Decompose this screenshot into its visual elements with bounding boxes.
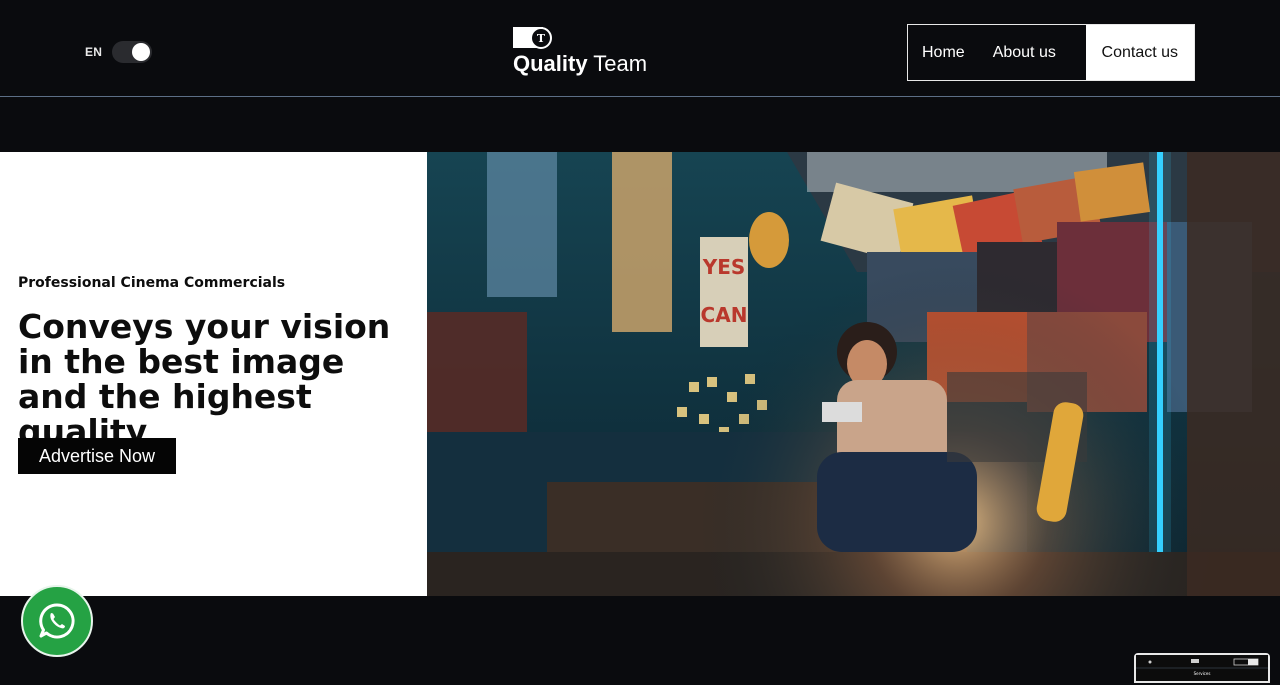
logo-text-light: Team <box>593 51 648 76</box>
site-logo[interactable]: T Quality Team <box>513 26 653 80</box>
nav-contact-us[interactable]: Contact us <box>1085 25 1194 80</box>
whatsapp-button[interactable] <box>21 585 93 657</box>
hero-illustration: YES CAN <box>427 152 1280 596</box>
nav-about-us[interactable]: About us <box>979 25 1070 80</box>
logo-mark-icon: T <box>513 27 552 49</box>
language-label: EN <box>85 45 103 59</box>
logo-text: Quality Team <box>513 51 647 77</box>
hero-text-panel: Professional Cinema Commercials Conveys … <box>0 152 427 596</box>
main-nav: Home About us Contact us <box>907 24 1195 81</box>
language-switcher[interactable]: EN <box>85 41 153 63</box>
thumbnail-preview: Services <box>1136 655 1268 681</box>
nav-home[interactable]: Home <box>908 25 979 80</box>
logo-text-bold: Quality <box>513 51 588 76</box>
toggle-knob <box>132 43 151 61</box>
svg-text:T: T <box>537 32 546 45</box>
language-toggle[interactable] <box>112 41 153 63</box>
thumbnail-label: Services <box>1194 671 1211 676</box>
hero-eyebrow: Professional Cinema Commercials <box>18 275 286 291</box>
page-preview-thumbnail[interactable]: Services <box>1134 653 1270 683</box>
advertise-now-button[interactable]: Advertise Now <box>18 438 176 474</box>
whatsapp-icon <box>39 603 75 639</box>
hero-headline: Conveys your vision in the best image an… <box>18 307 391 451</box>
hero-section: Professional Cinema Commercials Conveys … <box>0 152 1280 596</box>
hero-image: YES CAN <box>427 152 1280 596</box>
site-header: EN T Quality Team Home About us Contact … <box>0 0 1280 97</box>
